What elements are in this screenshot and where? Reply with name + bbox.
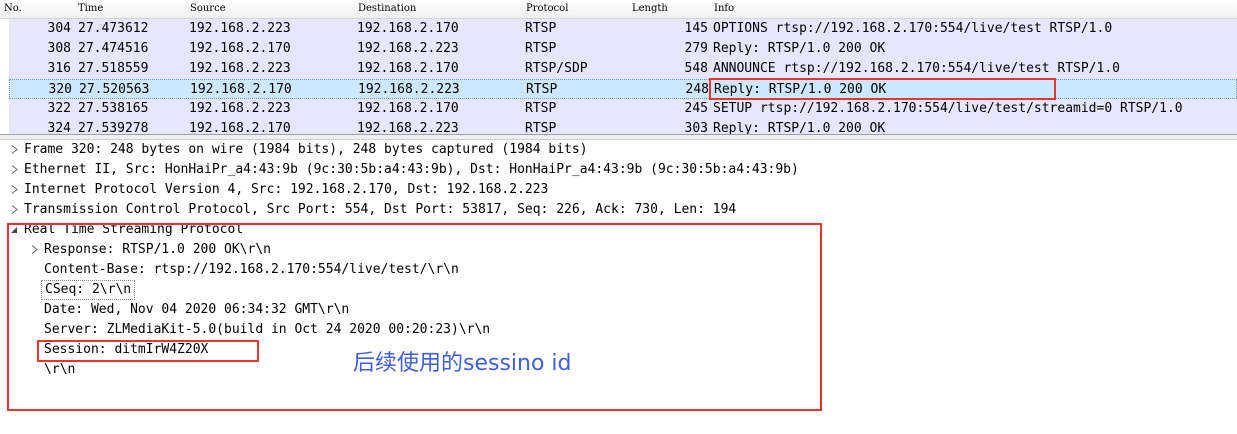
collapse-arrow-icon[interactable] bbox=[8, 220, 20, 240]
tree-item-label: \r\n bbox=[44, 362, 76, 377]
tree-item-label: Ethernet II, Src: HonHaiPr_a4:43:9b (9c:… bbox=[24, 162, 799, 177]
tree-item-ethernet[interactable]: Ethernet II, Src: HonHaiPr_a4:43:9b (9c:… bbox=[11, 160, 799, 180]
packet-row[interactable]: 308 27.474516 192.168.2.170 192.168.2.22… bbox=[9, 39, 1237, 59]
expand-arrow-icon[interactable] bbox=[8, 160, 20, 180]
packet-source: 192.168.2.170 bbox=[189, 41, 291, 56]
packet-no: 304 bbox=[47, 21, 71, 36]
packet-no: 324 bbox=[47, 121, 71, 134]
packet-no: 316 bbox=[47, 61, 71, 76]
packet-details-pane[interactable]: Frame 320: 248 bytes on wire (1984 bits)… bbox=[0, 140, 1237, 434]
tree-item-session[interactable]: Session: ditmIrW4Z20X bbox=[44, 340, 208, 360]
expand-arrow-icon[interactable] bbox=[8, 140, 20, 160]
tree-item-ip[interactable]: Internet Protocol Version 4, Src: 192.16… bbox=[11, 180, 549, 200]
column-header-length[interactable]: Length bbox=[632, 3, 668, 14]
packet-destination: 192.168.2.223 bbox=[357, 41, 459, 56]
column-header-protocol[interactable]: Protocol bbox=[526, 3, 568, 14]
column-header-info[interactable]: Info bbox=[714, 3, 734, 14]
packet-time: 27.518559 bbox=[78, 61, 149, 76]
column-header-destination[interactable]: Destination bbox=[358, 3, 416, 14]
packet-row[interactable]: 316 27.518559 192.168.2.223 192.168.2.17… bbox=[9, 59, 1237, 79]
packet-row[interactable]: 322 27.538165 192.168.2.223 192.168.2.17… bbox=[9, 99, 1237, 119]
tree-item-label: Server: ZLMediaKit-5.0(build in Oct 24 2… bbox=[44, 322, 491, 337]
packet-protocol: RTSP/SDP bbox=[525, 61, 588, 76]
packet-no: 322 bbox=[47, 101, 71, 116]
tree-item-label: Frame 320: 248 bytes on wire (1984 bits)… bbox=[24, 142, 588, 157]
packet-time: 27.520563 bbox=[79, 82, 150, 97]
tree-item-label: Internet Protocol Version 4, Src: 192.16… bbox=[24, 182, 549, 197]
packet-info: Reply: RTSP/1.0 200 OK bbox=[714, 82, 887, 97]
packet-protocol: RTSP bbox=[525, 101, 557, 116]
packet-time: 27.539278 bbox=[78, 121, 149, 134]
tree-item-crlf[interactable]: \r\n bbox=[44, 360, 75, 380]
tree-item-tcp[interactable]: Transmission Control Protocol, Src Port:… bbox=[11, 200, 737, 220]
packet-info: OPTIONS rtsp://192.168.2.170:554/live/te… bbox=[713, 21, 1113, 36]
packet-info: SETUP rtsp://192.168.2.170:554/live/test… bbox=[713, 101, 1183, 116]
tree-item-rtsp-response[interactable]: Response: RTSP/1.0 200 OK\r\n bbox=[31, 240, 271, 260]
packet-length: 145 bbox=[684, 21, 708, 36]
packet-length: 279 bbox=[684, 41, 708, 56]
packet-no: 308 bbox=[47, 41, 71, 56]
expand-arrow-icon[interactable] bbox=[8, 200, 20, 220]
tree-item-cseq[interactable]: CSeq: 2\r\n bbox=[41, 280, 135, 300]
tree-item-content-base[interactable]: Content-Base: rtsp://192.168.2.170:554/l… bbox=[44, 260, 459, 280]
packet-time: 27.474516 bbox=[78, 41, 149, 56]
packet-source: 192.168.2.170 bbox=[190, 82, 292, 97]
packet-row-selected[interactable]: 320 27.520563 192.168.2.170 192.168.2.22… bbox=[9, 79, 1237, 99]
packet-list-pane[interactable]: No. Time Source Destination Protocol Len… bbox=[0, 0, 1237, 134]
packet-time: 27.473612 bbox=[78, 21, 149, 36]
tree-item-rtsp[interactable]: Real Time Streaming Protocol bbox=[11, 220, 244, 240]
expand-arrow-icon[interactable] bbox=[28, 240, 40, 260]
expand-arrow-icon[interactable] bbox=[8, 180, 20, 200]
packet-destination: 192.168.2.170 bbox=[357, 101, 459, 116]
packet-row[interactable]: 324 27.539278 192.168.2.170 192.168.2.22… bbox=[9, 119, 1237, 134]
tree-item-server[interactable]: Server: ZLMediaKit-5.0(build in Oct 24 2… bbox=[44, 320, 490, 340]
tree-item-label: CSeq: 2\r\n bbox=[45, 282, 132, 297]
packet-row[interactable]: 304 27.473612 192.168.2.223 192.168.2.17… bbox=[9, 19, 1237, 39]
packet-destination: 192.168.2.223 bbox=[357, 121, 459, 134]
packet-destination: 192.168.2.223 bbox=[358, 82, 460, 97]
tree-item-label: Session: ditmIrW4Z20X bbox=[44, 342, 209, 357]
tree-item-label: Content-Base: rtsp://192.168.2.170:554/l… bbox=[44, 262, 459, 277]
tree-item-label: Response: RTSP/1.0 200 OK\r\n bbox=[44, 242, 271, 257]
packet-time: 27.538165 bbox=[78, 101, 149, 116]
packet-protocol: RTSP bbox=[525, 21, 557, 36]
packet-destination: 192.168.2.170 bbox=[357, 21, 459, 36]
packet-source: 192.168.2.170 bbox=[189, 121, 291, 134]
annotation-note: 后续使用的sessino id bbox=[353, 351, 572, 376]
packet-length: 548 bbox=[684, 61, 708, 76]
packet-length: 248 bbox=[685, 82, 709, 97]
packet-protocol: RTSP bbox=[526, 82, 558, 97]
packet-no: 320 bbox=[48, 82, 72, 97]
tree-item-label: Real Time Streaming Protocol bbox=[24, 222, 244, 237]
packet-info: Reply: RTSP/1.0 200 OK bbox=[713, 121, 886, 134]
tree-item-frame[interactable]: Frame 320: 248 bytes on wire (1984 bits)… bbox=[11, 140, 588, 160]
packet-source: 192.168.2.223 bbox=[189, 61, 291, 76]
packet-source: 192.168.2.223 bbox=[189, 101, 291, 116]
tree-item-date[interactable]: Date: Wed, Nov 04 2020 06:34:32 GMT\r\n bbox=[44, 300, 349, 320]
packet-info: Reply: RTSP/1.0 200 OK bbox=[713, 41, 886, 56]
column-header-no[interactable]: No. bbox=[4, 3, 22, 14]
tree-item-label: Transmission Control Protocol, Src Port:… bbox=[24, 202, 737, 217]
column-header-source[interactable]: Source bbox=[190, 3, 226, 14]
column-header-time[interactable]: Time bbox=[78, 3, 103, 14]
packet-list-header: No. Time Source Destination Protocol Len… bbox=[0, 0, 1237, 19]
packet-length: 303 bbox=[684, 121, 708, 134]
packet-source: 192.168.2.223 bbox=[189, 21, 291, 36]
packet-length: 245 bbox=[684, 101, 708, 116]
packet-protocol: RTSP bbox=[525, 121, 557, 134]
packet-destination: 192.168.2.170 bbox=[357, 61, 459, 76]
packet-protocol: RTSP bbox=[525, 41, 557, 56]
tree-item-label: Date: Wed, Nov 04 2020 06:34:32 GMT\r\n bbox=[44, 302, 350, 317]
packet-info: ANNOUNCE rtsp://192.168.2.170:554/live/t… bbox=[713, 61, 1120, 76]
